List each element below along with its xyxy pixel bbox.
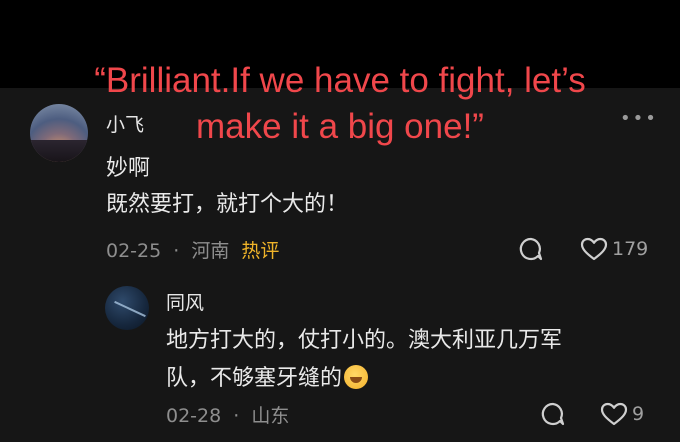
- like-count: 179: [612, 238, 649, 260]
- avatar[interactable]: [105, 286, 149, 330]
- rofl-emoji-icon: [344, 365, 369, 389]
- like-count: 9: [632, 403, 645, 425]
- reply-meta: 02-28 · 山东: [166, 401, 289, 428]
- comment-meta: 02-25 · 河南 热评: [106, 236, 279, 263]
- meta-separator: ·: [233, 405, 240, 427]
- meta-separator: ·: [173, 240, 180, 262]
- reply-date: 02-28: [166, 405, 222, 427]
- reply-text-line: 队，不够塞牙缝的: [166, 360, 369, 392]
- reply-text: 队，不够塞牙缝的: [166, 366, 343, 391]
- comment-date: 02-25: [106, 240, 162, 262]
- overlay-caption: “Brilliant.If we have to fight, let’s ma…: [94, 61, 586, 146]
- avatar-streak: [114, 300, 146, 318]
- chat-bubble-icon[interactable]: [540, 401, 566, 427]
- heart-icon[interactable]: [580, 236, 608, 262]
- heart-icon[interactable]: [600, 401, 628, 427]
- hot-comment-badge: 热评: [241, 240, 280, 262]
- reply-location: 山东: [251, 405, 290, 427]
- reply-username[interactable]: 同风: [166, 288, 204, 315]
- comment-text-line: 既然要打，就打个大的！: [106, 192, 349, 217]
- comment-text-line: 妙啊: [106, 156, 151, 181]
- chat-bubble-icon[interactable]: [518, 236, 544, 262]
- comment-location: 河南: [191, 240, 230, 262]
- reply-text-line: 地方打大的，仗打小的。澳大利亚几万军: [166, 328, 563, 353]
